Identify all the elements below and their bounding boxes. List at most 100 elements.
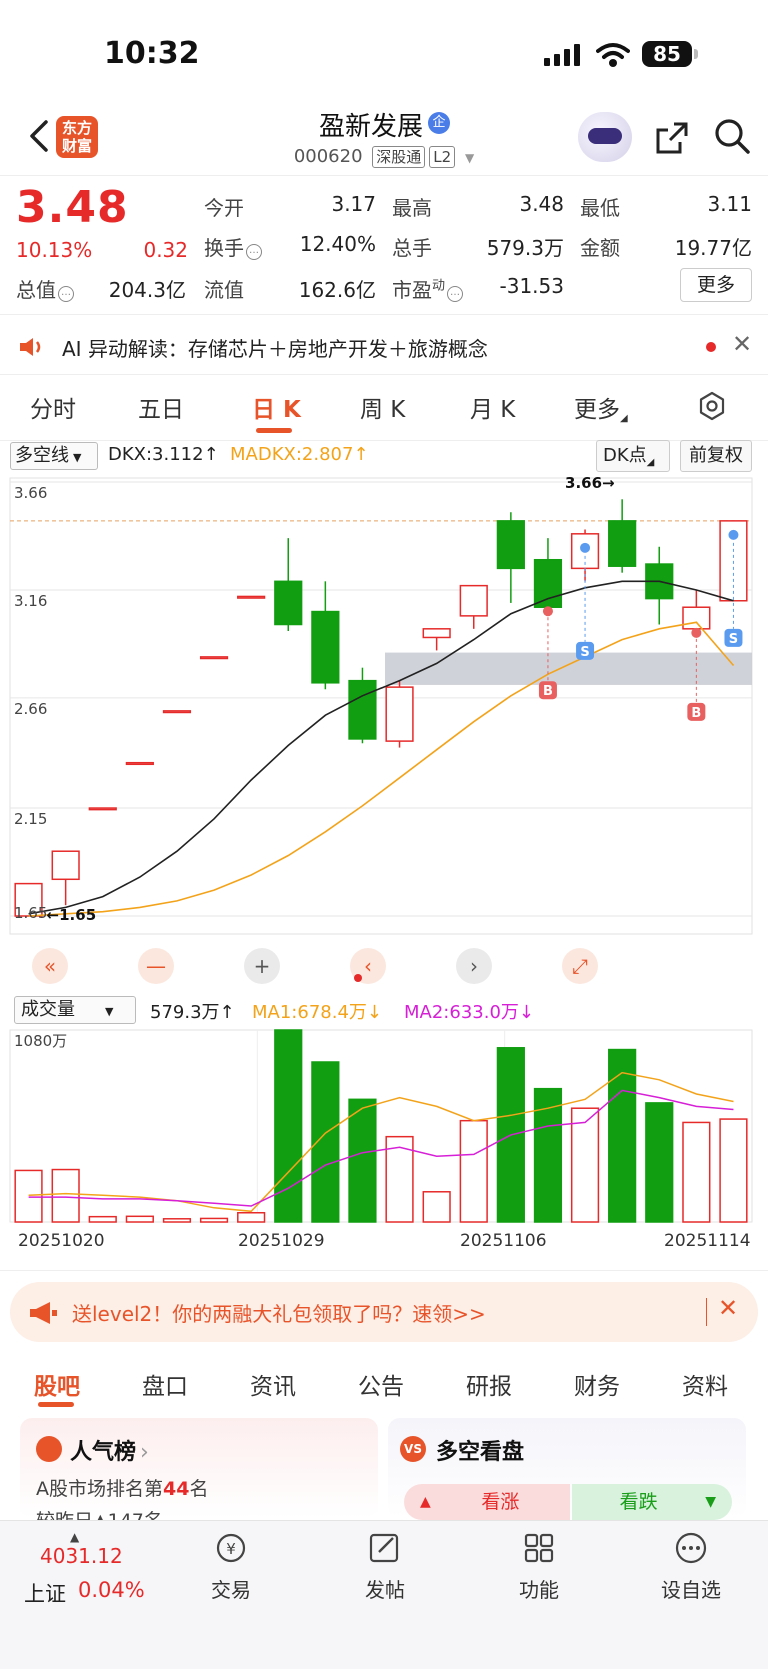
volume-bar [422, 1191, 451, 1223]
promo-text[interactable]: 送level2！你的两融大礼包领取了吗？速领>> [72, 1298, 486, 1327]
x-axis-date: 20251114 [664, 1231, 751, 1251]
vs-icon: VS [400, 1436, 426, 1462]
mktcap-label-text: 总值 [16, 278, 56, 302]
mktcap-label: 总值… [16, 274, 74, 303]
tab-more[interactable]: 更多◢ [574, 390, 628, 424]
control-glyph: + [254, 954, 271, 978]
high-value: 3.48 [519, 192, 564, 216]
high-label: 最高 [392, 196, 432, 220]
open-label: 今开 [204, 196, 244, 220]
tab-announcements[interactable]: 公告 [358, 1367, 404, 1401]
y-axis-label: 3.16 [14, 592, 47, 610]
promo-divider [706, 1298, 707, 1326]
status-time: 10:32 [104, 36, 200, 71]
volume-bar [348, 1098, 377, 1223]
madkx-text: MADKX:2.807 [230, 444, 354, 465]
volume-select-label: 成交量 [21, 999, 75, 1020]
tab-intraday[interactable]: 分时 [30, 390, 76, 424]
ai-insight-text[interactable]: AI 异动解读：存储芯片＋房地产开发＋旅游概念 [62, 333, 488, 362]
rank-suffix: 名 [189, 1478, 209, 1500]
bullish-button[interactable]: ▲ 看涨 [404, 1484, 570, 1520]
nav-functions[interactable]: 功能 [494, 1530, 584, 1603]
tab-news[interactable]: 资讯 [250, 1367, 296, 1401]
change-percent: 10.13% [16, 238, 93, 262]
bullish-label: 看涨 [481, 1491, 520, 1513]
share-icon[interactable] [652, 118, 692, 158]
zoom-in-icon[interactable]: + [244, 948, 280, 984]
candle-body [311, 610, 340, 684]
up-arrow-icon: ↑ [219, 1002, 235, 1023]
fullscreen-icon[interactable]: ⤢ [562, 948, 598, 984]
nav-trade[interactable]: ¥ 交易 [186, 1530, 276, 1603]
pe-label-text: 市盈 [392, 278, 432, 302]
tab-guba[interactable]: 股吧 [34, 1367, 80, 1401]
volume-indicator-select[interactable]: 成交量 ▼ [14, 996, 136, 1024]
tab-profile[interactable]: 资料 [682, 1367, 728, 1401]
candle-body [422, 628, 451, 639]
enterprise-badge: 企 [428, 112, 450, 134]
turnover-label: 换手… [204, 232, 262, 261]
close-icon[interactable]: ✕ [718, 1294, 738, 1322]
signal-dot [580, 542, 591, 553]
volume-bar [459, 1119, 488, 1223]
kline-chart[interactable]: B S B S 3.66 3.16 2.66 2.15 1.65 3.66→ ←1.65 « — + ‹… [0, 472, 768, 992]
tab-research[interactable]: 研报 [466, 1367, 512, 1401]
volume-bar [682, 1121, 711, 1223]
divider [0, 374, 768, 375]
info-icon[interactable]: … [58, 286, 74, 302]
scroll-right-icon[interactable]: › [456, 948, 492, 984]
change-amount: 0.32 [143, 238, 188, 262]
active-tab-indicator [256, 428, 292, 433]
popularity-card[interactable] [20, 1418, 378, 1518]
nav-add-watchlist[interactable]: 设自选 [646, 1530, 736, 1603]
svg-text:¥: ¥ [226, 1540, 236, 1558]
candle-body [88, 807, 117, 811]
zoom-out-icon[interactable]: — [138, 948, 174, 984]
tab-weekly-k[interactable]: 周 K [360, 390, 405, 424]
battery-tip [694, 49, 698, 59]
open-value: 3.17 [331, 192, 376, 216]
popularity-rank: A股市场排名第44名 [36, 1474, 208, 1501]
tab-finance[interactable]: 财务 [574, 1367, 620, 1401]
dk-point-button[interactable]: DK点◢ [596, 440, 670, 472]
signal-dot [728, 529, 739, 540]
close-icon[interactable]: ✕ [732, 330, 752, 358]
dkx-text: DKX:3.112 [108, 444, 204, 465]
float-value: 162.6亿 [298, 278, 376, 302]
down-arrow-icon: ↓ [518, 1002, 534, 1023]
indicator-select[interactable]: 多空线 ▼ [10, 442, 98, 470]
more-button[interactable]: 更多 [680, 268, 752, 302]
tab-five-day[interactable]: 五日 [138, 390, 184, 424]
volume-chart[interactable]: 1080万 20251020 20251029 20251106 20251114 [0, 1026, 768, 1266]
search-icon[interactable] [712, 116, 752, 156]
scroll-start-icon[interactable]: « [32, 948, 68, 984]
index-up-arrow-icon: ▲ [70, 1530, 80, 1544]
nav-post[interactable]: 发帖 [340, 1530, 430, 1603]
ma2-text: MA2:633.0万 [404, 1002, 519, 1023]
index-value[interactable]: 4031.12 [40, 1544, 123, 1568]
trade-yuan-icon: ¥ [216, 1533, 246, 1563]
adjust-mode-button[interactable]: 前复权 [680, 440, 752, 472]
nav-trade-label: 交易 [211, 1578, 251, 1602]
x-axis-date: 20251020 [18, 1231, 105, 1251]
tab-daily-k[interactable]: 日 K [252, 390, 301, 424]
unread-dot [706, 342, 716, 352]
pe-sup: 动 [432, 278, 446, 294]
bearish-button[interactable]: 看跌 ▼ [572, 1484, 732, 1520]
candle-body [199, 656, 229, 660]
gear-icon[interactable] [697, 391, 727, 421]
info-icon[interactable]: … [246, 244, 262, 260]
tab-monthly-k[interactable]: 月 K [470, 390, 515, 424]
info-icon[interactable]: … [447, 286, 464, 302]
volume-label: 总手 [392, 236, 432, 260]
x-axis-date: 20251029 [238, 1231, 325, 1251]
volume-frame [9, 1029, 753, 1223]
max-price-annotation: 3.66→ [565, 474, 615, 492]
low-label: 最低 [580, 196, 620, 220]
tab-pankou[interactable]: 盘口 [142, 1367, 188, 1401]
signal-label: B [543, 684, 553, 699]
volume-bar [645, 1102, 674, 1223]
support-zone [385, 652, 752, 685]
x-axis-date: 20251106 [460, 1231, 547, 1251]
candle-body [682, 606, 711, 630]
